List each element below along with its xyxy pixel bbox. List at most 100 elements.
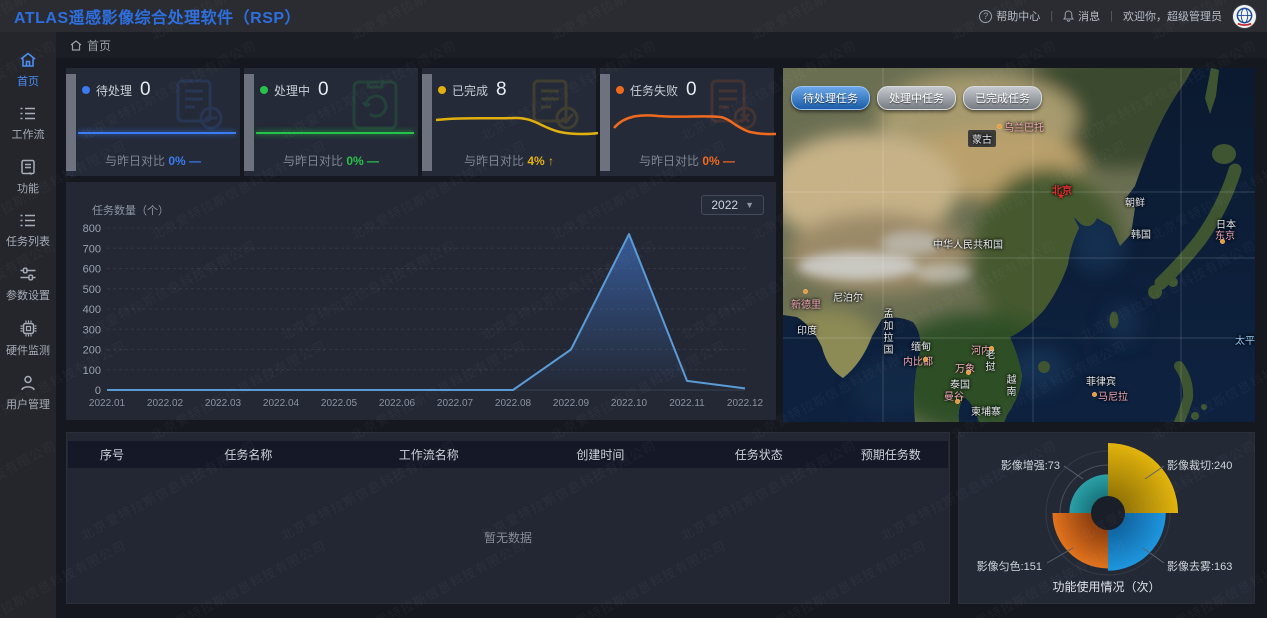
map-label: 韩国 — [1131, 226, 1151, 241]
rose-chart-title: 功能使用情况（次） — [959, 578, 1254, 595]
svg-text:200: 200 — [83, 345, 101, 357]
help-center-link[interactable]: ? 帮助中心 — [979, 8, 1040, 24]
year-selector[interactable]: 2022 ▼ — [701, 195, 764, 215]
map-label: 缅甸 — [911, 338, 931, 353]
col-header-created-time[interactable]: 创建时间 — [517, 446, 684, 463]
stat-label: 已完成 — [452, 82, 488, 99]
stat-card-completed: 已完成8 与昨日对比 4% ↑ — [422, 68, 596, 176]
svg-text:2022.09: 2022.09 — [553, 398, 590, 409]
col-header-index[interactable]: 序号 — [68, 446, 156, 463]
cpu-chip-icon — [20, 320, 37, 337]
map-label: 孟加拉国 — [879, 308, 894, 356]
stat-value: 0 — [686, 79, 697, 101]
compare-label: 与昨日对比 — [639, 154, 699, 168]
card-divider-line — [256, 132, 414, 134]
status-dot — [82, 86, 90, 94]
map-btn-completed[interactable]: 已完成任务 — [963, 86, 1042, 110]
year-value: 2022 — [711, 198, 738, 212]
main-content: 待处理0 与昨日对比 0% — 处理中0 与昨日对比 0% — 已完成8 与昨日… — [56, 58, 1267, 618]
header-separator: | — [1110, 10, 1113, 22]
app-title: ATLAS遥感影像综合处理软件（RSP） — [14, 4, 301, 28]
map-label: 朝鲜 — [1125, 194, 1145, 209]
trend-glyph: — — [367, 154, 379, 168]
list-icon — [19, 106, 37, 121]
sliders-icon — [19, 266, 37, 282]
sidebar-item-functions[interactable]: 功能 — [0, 159, 56, 196]
stat-card-failed: 任务失败0 与昨日对比 0% — — [600, 68, 774, 176]
chevron-down-icon: ▼ — [745, 200, 754, 210]
map-btn-processing[interactable]: 处理中任务 — [877, 86, 956, 110]
messages-link[interactable]: 消息 — [1063, 8, 1100, 24]
map-label: 老挝 — [981, 349, 996, 373]
map-city-dot — [997, 124, 1002, 129]
col-header-task-status[interactable]: 任务状态 — [684, 446, 834, 463]
stat-label: 处理中 — [274, 82, 310, 99]
function-usage-panel: 影像增强:73 影像裁切:240 影像匀色:151 影像去雾:163 功能使用情… — [958, 432, 1255, 604]
stat-label: 待处理 — [96, 82, 132, 99]
breadcrumb-current[interactable]: 首页 — [87, 37, 111, 54]
col-header-expected-count[interactable]: 预期任务数 — [834, 446, 948, 463]
compare-label: 与昨日对比 — [464, 154, 524, 168]
compare-value: 0% — [702, 154, 719, 168]
sidebar-item-workflow[interactable]: 工作流 — [0, 106, 56, 142]
sidebar-item-label: 首页 — [17, 73, 39, 89]
col-header-task-name[interactable]: 任务名称 — [156, 446, 341, 463]
clipboard-refresh-icon — [348, 78, 404, 132]
map-label: 印度 — [797, 322, 817, 337]
map-city-dot — [955, 399, 960, 404]
breadcrumb: 首页 — [56, 32, 1267, 58]
svg-text:0: 0 — [95, 385, 101, 397]
map-label: 马尼拉 — [1098, 388, 1128, 403]
sidebar-nav: 首页 工作流 功能 任务列表 参数设置 硬件监测 用户管理 — [0, 32, 56, 618]
map-label: 东京 — [1215, 227, 1235, 242]
line-chart-area — [107, 234, 745, 390]
svg-text:800: 800 — [83, 223, 101, 235]
welcome-text: 欢迎你，超级管理员 — [1123, 8, 1222, 24]
header-separator: | — [1050, 10, 1053, 22]
sidebar-item-task-list[interactable]: 任务列表 — [0, 213, 56, 249]
sidebar-item-label: 任务列表 — [6, 233, 50, 249]
help-label: 帮助中心 — [996, 8, 1040, 24]
map-city-dot — [966, 370, 971, 375]
sidebar-item-home[interactable]: 首页 — [0, 52, 56, 89]
user-avatar[interactable] — [1232, 4, 1257, 29]
rose-label-enhance: 影像增强:73 — [1001, 457, 1060, 473]
bell-icon — [1063, 10, 1074, 22]
svg-text:500: 500 — [83, 284, 101, 296]
map-labels-layer: 蒙古乌兰巴托北京朝鲜韩国日本东京中华人民共和国尼泊尔新德里印度孟加拉国缅甸内比都… — [783, 68, 1255, 422]
map-label: 柬埔寨 — [971, 403, 1001, 418]
sidebar-item-hardware[interactable]: 硬件监测 — [0, 320, 56, 358]
map-label: 越南 — [1002, 374, 1017, 398]
task-map-panel[interactable]: 待处理任务 处理中任务 已完成任务 蒙古乌兰巴托北京朝鲜韩国日本东京中华人民共和… — [783, 68, 1255, 422]
map-btn-pending[interactable]: 待处理任务 — [791, 86, 870, 110]
sparkline — [612, 108, 778, 142]
map-label: 菲律宾 — [1086, 373, 1116, 388]
rose-label-crop: 影像裁切:240 — [1167, 457, 1232, 473]
svg-text:2022.10: 2022.10 — [611, 398, 648, 409]
trend-glyph: — — [189, 154, 201, 168]
stat-label: 任务失败 — [630, 82, 678, 99]
capital-star-marker: ★ — [1057, 191, 1065, 202]
sidebar-item-users[interactable]: 用户管理 — [0, 375, 56, 412]
compare-value: 4% — [527, 154, 544, 168]
home-icon — [19, 52, 37, 68]
svg-text:2022.11: 2022.11 — [669, 398, 705, 409]
sidebar-item-label: 工作流 — [12, 126, 45, 142]
map-filter-buttons: 待处理任务 处理中任务 已完成任务 — [791, 86, 1042, 110]
svg-text:2022.02: 2022.02 — [147, 398, 184, 409]
sidebar-item-parameters[interactable]: 参数设置 — [0, 266, 56, 303]
map-label: 曼谷 — [944, 388, 964, 403]
svg-text:100: 100 — [83, 365, 101, 377]
status-dot — [438, 86, 446, 94]
sidebar-item-label: 用户管理 — [6, 396, 50, 412]
svg-text:2022.08: 2022.08 — [495, 398, 532, 409]
messages-label: 消息 — [1078, 8, 1100, 24]
task-list-icon — [19, 213, 37, 228]
svg-text:400: 400 — [83, 304, 101, 316]
stat-value: 8 — [496, 79, 507, 101]
compare-label: 与昨日对比 — [283, 154, 343, 168]
help-icon: ? — [979, 10, 992, 23]
map-label: 内比都 — [903, 353, 933, 368]
svg-text:2022.04: 2022.04 — [263, 398, 300, 409]
col-header-workflow-name[interactable]: 工作流名称 — [341, 446, 517, 463]
